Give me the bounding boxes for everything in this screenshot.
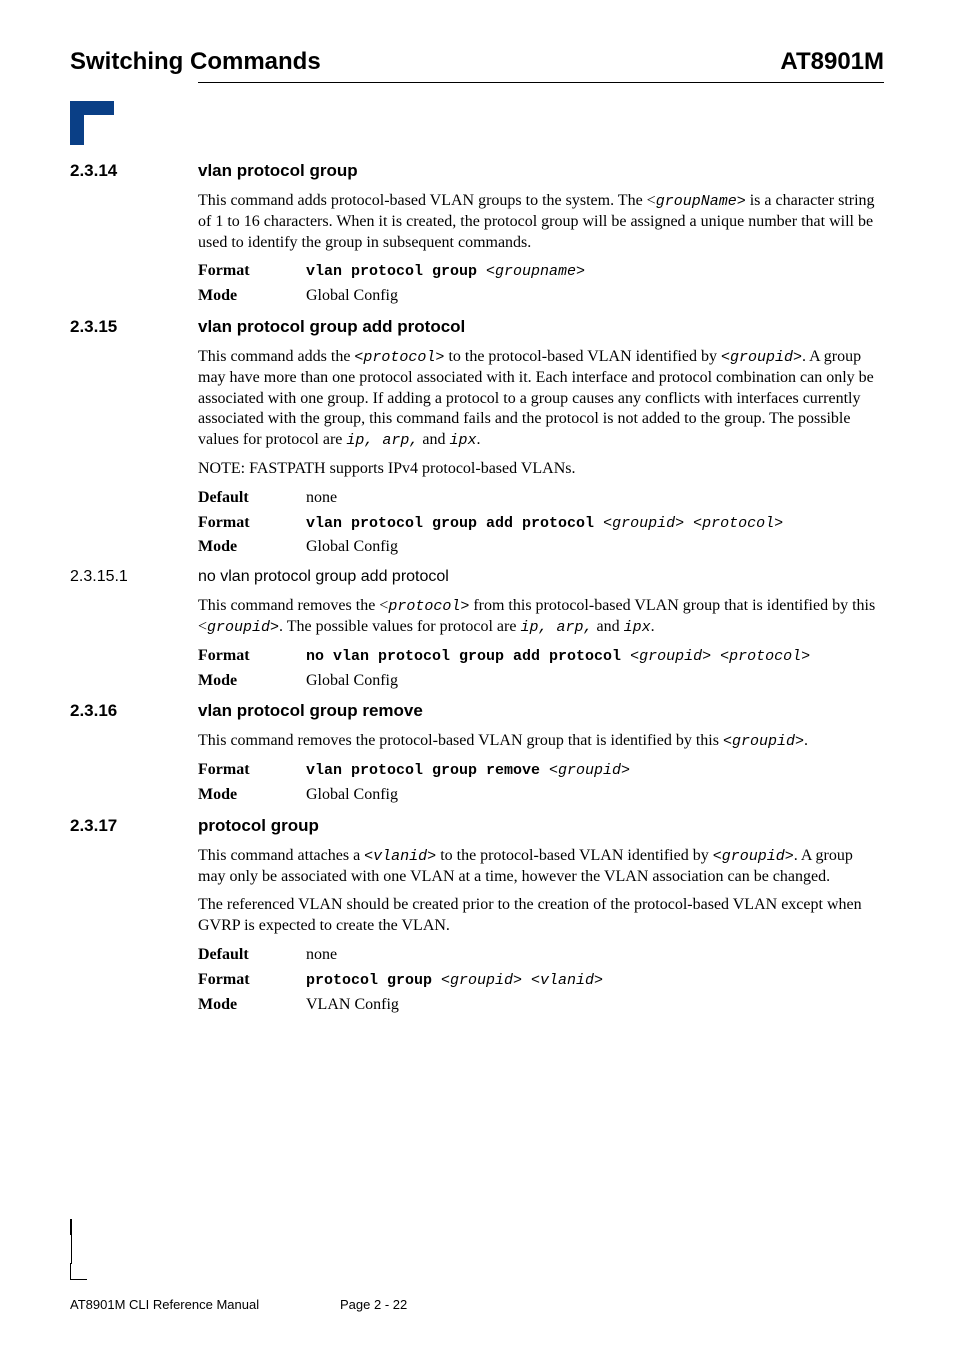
field-label: Mode bbox=[198, 671, 306, 692]
field-value: no vlan protocol group add protocol <gro… bbox=[306, 646, 884, 667]
field-value: VLAN Config bbox=[306, 995, 884, 1016]
vendor-logo bbox=[70, 101, 884, 145]
section-heading: 2.3.15.1no vlan protocol group add proto… bbox=[70, 568, 884, 586]
field-label: Mode bbox=[198, 286, 306, 307]
field-label: Default bbox=[198, 945, 306, 966]
field-value: vlan protocol group <groupname> bbox=[306, 261, 884, 282]
header-right: AT8901M bbox=[780, 48, 884, 76]
field-row: Formatprotocol group <groupid> <vlanid> bbox=[198, 970, 884, 991]
paragraph: This command attaches a <vlanid> to the … bbox=[198, 846, 884, 888]
field-label: Mode bbox=[198, 785, 306, 806]
field-value: Global Config bbox=[306, 537, 884, 558]
paragraph: This command removes the protocol-based … bbox=[198, 731, 884, 752]
footer: AT8901M CLI Reference Manual Page 2 - 22 bbox=[70, 1297, 407, 1312]
section-body: This command adds protocol-based VLAN gr… bbox=[198, 191, 884, 307]
field-row: ModeGlobal Config bbox=[198, 537, 884, 558]
field-value: Global Config bbox=[306, 286, 884, 307]
section-heading: 2.3.17protocol group bbox=[70, 816, 884, 836]
field-value: Global Config bbox=[306, 785, 884, 806]
field-row: Formatvlan protocol group add protocol <… bbox=[198, 513, 884, 534]
field-label: Format bbox=[198, 261, 306, 282]
section-body: This command adds the <protocol> to the … bbox=[198, 347, 884, 558]
section-heading: 2.3.16vlan protocol group remove bbox=[70, 701, 884, 721]
paragraph: The referenced VLAN should be created pr… bbox=[198, 895, 884, 937]
section-body: This command removes the protocol-based … bbox=[198, 731, 884, 805]
field-label: Format bbox=[198, 970, 306, 991]
header-rule bbox=[198, 82, 884, 83]
field-row: Defaultnone bbox=[198, 488, 884, 509]
crop-mark bbox=[70, 1263, 87, 1280]
paragraph: This command adds protocol-based VLAN gr… bbox=[198, 191, 884, 253]
field-row: ModeGlobal Config bbox=[198, 286, 884, 307]
field-label: Format bbox=[198, 760, 306, 781]
section-number: 2.3.17 bbox=[70, 816, 198, 836]
field-value: vlan protocol group add protocol <groupi… bbox=[306, 513, 884, 534]
section-title: no vlan protocol group add protocol bbox=[198, 568, 449, 586]
section-heading: 2.3.14vlan protocol group bbox=[70, 161, 884, 181]
field-label: Mode bbox=[198, 995, 306, 1016]
field-row: ModeGlobal Config bbox=[198, 785, 884, 806]
section-title: vlan protocol group add protocol bbox=[198, 317, 465, 337]
field-value: protocol group <groupid> <vlanid> bbox=[306, 970, 884, 991]
section-title: vlan protocol group remove bbox=[198, 701, 423, 721]
footer-right: Page 2 - 22 bbox=[340, 1297, 407, 1312]
field-row: Formatno vlan protocol group add protoco… bbox=[198, 646, 884, 667]
field-row: Formatvlan protocol group remove <groupi… bbox=[198, 760, 884, 781]
crop-mark bbox=[70, 1219, 87, 1235]
section-number: 2.3.16 bbox=[70, 701, 198, 721]
section-title: vlan protocol group bbox=[198, 161, 358, 181]
section-number: 2.3.15 bbox=[70, 317, 198, 337]
field-value: vlan protocol group remove <groupid> bbox=[306, 760, 884, 781]
field-label: Mode bbox=[198, 537, 306, 558]
paragraph: This command adds the <protocol> to the … bbox=[198, 347, 884, 451]
field-label: Format bbox=[198, 513, 306, 534]
footer-left: AT8901M CLI Reference Manual bbox=[70, 1297, 340, 1312]
field-row: ModeGlobal Config bbox=[198, 671, 884, 692]
header-left: Switching Commands bbox=[70, 48, 321, 76]
section-body: This command removes the <protocol> from… bbox=[198, 596, 884, 691]
field-value: none bbox=[306, 945, 884, 966]
field-row: Defaultnone bbox=[198, 945, 884, 966]
field-value: Global Config bbox=[306, 671, 884, 692]
section-body: This command attaches a <vlanid> to the … bbox=[198, 846, 884, 1016]
paragraph: This command removes the <protocol> from… bbox=[198, 596, 884, 638]
field-label: Format bbox=[198, 646, 306, 667]
field-row: ModeVLAN Config bbox=[198, 995, 884, 1016]
note: NOTE: FASTPATH supports IPv4 protocol-ba… bbox=[198, 459, 884, 480]
section-heading: 2.3.15vlan protocol group add protocol bbox=[70, 317, 884, 337]
page-content: 2.3.14vlan protocol group This command ad… bbox=[70, 161, 884, 1015]
section-title: protocol group bbox=[198, 816, 319, 836]
field-label: Default bbox=[198, 488, 306, 509]
section-number: 2.3.14 bbox=[70, 161, 198, 181]
field-value: none bbox=[306, 488, 884, 509]
field-row: Formatvlan protocol group <groupname> bbox=[198, 261, 884, 282]
section-number: 2.3.15.1 bbox=[70, 568, 198, 586]
